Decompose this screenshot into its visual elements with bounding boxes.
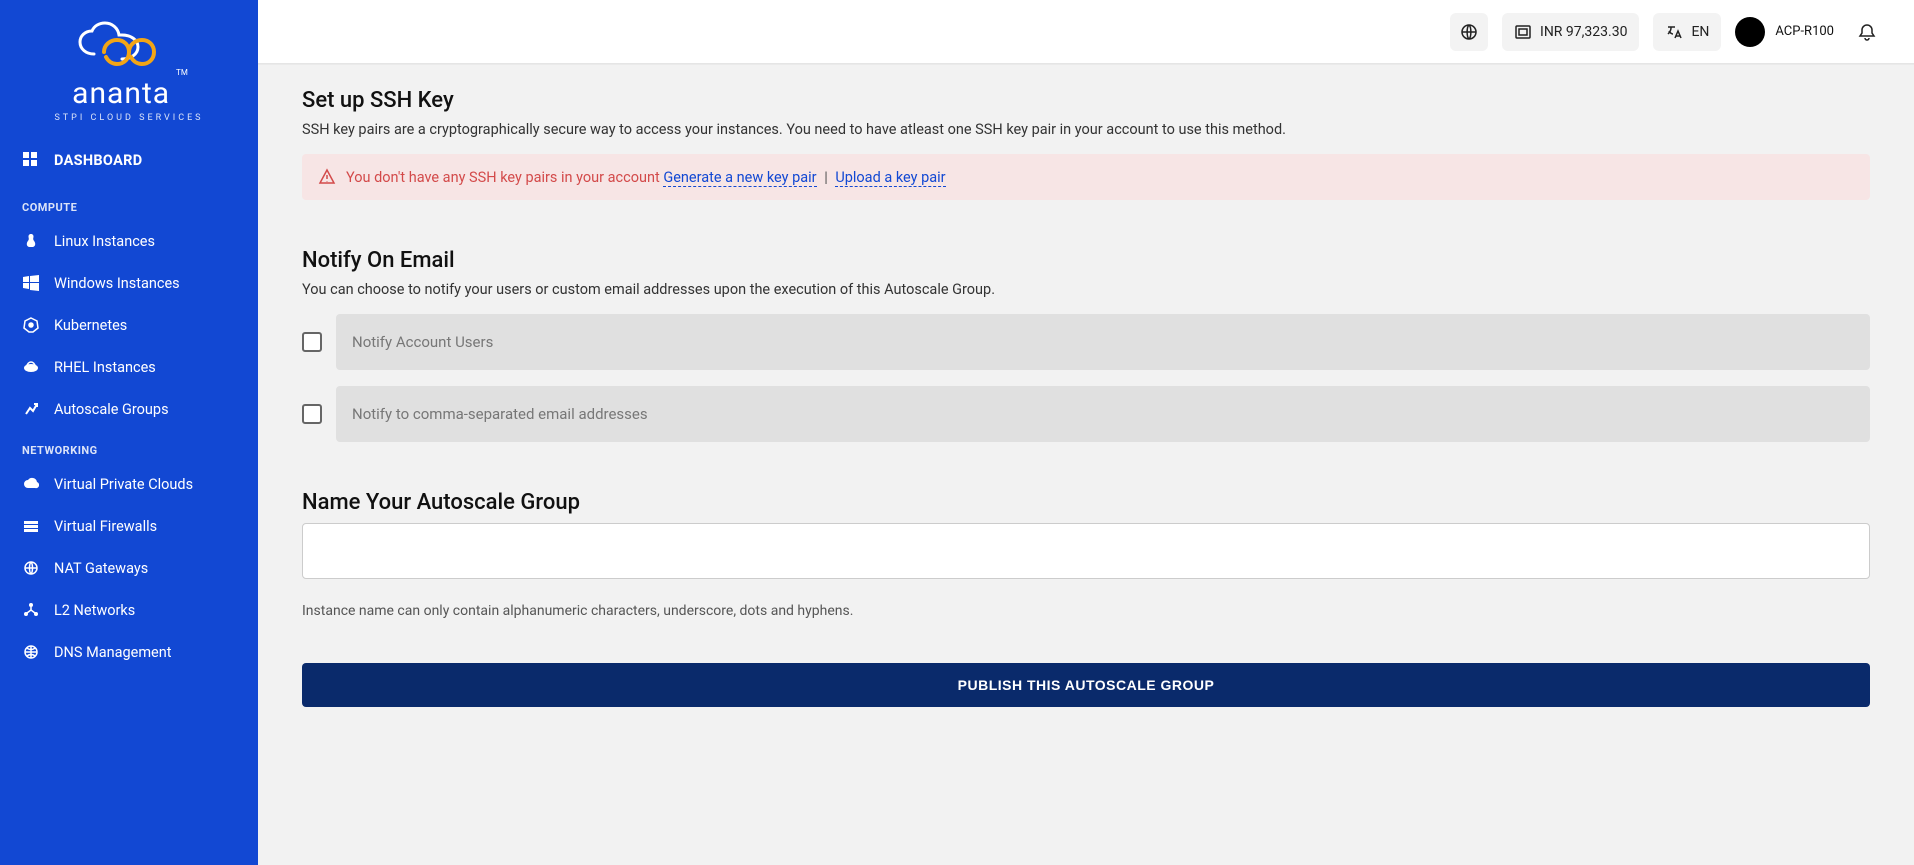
user-menu[interactable]: ACP-R100 (1735, 17, 1834, 47)
notify-account-placeholder: Notify Account Users (352, 333, 493, 351)
brand-logo[interactable]: ananta TM STPI CLOUD SERVICES (0, 0, 258, 133)
notifications-button[interactable] (1848, 13, 1886, 51)
generate-keypair-link[interactable]: Generate a new key pair (663, 169, 816, 187)
notify-section: Notify On Email You can choose to notify… (302, 248, 1870, 442)
notify-desc: You can choose to notify your users or c… (302, 281, 1870, 298)
ssh-desc: SSH key pairs are a cryptographically se… (302, 121, 1870, 138)
autoscale-name-input[interactable] (302, 523, 1870, 579)
notify-emails-checkbox[interactable] (302, 404, 322, 424)
ssh-title: Set up SSH Key (302, 88, 1870, 113)
language-text: EN (1691, 24, 1709, 40)
brand-subtitle: STPI CLOUD SERVICES (0, 113, 258, 123)
cloud-icon (22, 475, 40, 493)
notify-emails-field[interactable]: Notify to comma-separated email addresse… (336, 386, 1870, 442)
sidebar-item-label: Virtual Firewalls (54, 518, 157, 535)
balance-text: INR 97,323.30 (1540, 24, 1627, 40)
sidebar-item-label: DNS Management (54, 644, 172, 661)
balance-chip[interactable]: INR 97,323.30 (1502, 13, 1639, 51)
separator: | (824, 169, 828, 186)
sidebar-item-autoscale[interactable]: Autoscale Groups (0, 388, 258, 430)
name-hint: Instance name can only contain alphanume… (302, 603, 1870, 619)
notify-emails-placeholder: Notify to comma-separated email addresse… (352, 405, 648, 423)
warning-icon (318, 168, 336, 186)
logo-cloud-icon (74, 20, 184, 76)
sidebar-item-dns[interactable]: DNS Management (0, 631, 258, 673)
ssh-alert-text: You don't have any SSH key pairs in your… (346, 169, 660, 186)
autoscale-icon (22, 400, 40, 418)
sidebar-item-label: Linux Instances (54, 233, 155, 250)
sidebar-item-kubernetes[interactable]: Kubernetes (0, 304, 258, 346)
rhel-icon (22, 358, 40, 376)
ssh-section: Set up SSH Key SSH key pairs are a crypt… (302, 88, 1870, 200)
region-selector[interactable] (1450, 13, 1488, 51)
sidebar-item-label: Virtual Private Clouds (54, 476, 193, 493)
sidebar-item-vpc[interactable]: Virtual Private Clouds (0, 463, 258, 505)
sidebar-item-l2[interactable]: L2 Networks (0, 589, 258, 631)
sidebar-item-dashboard[interactable]: DASHBOARD (0, 133, 258, 187)
main-content: Set up SSH Key SSH key pairs are a crypt… (258, 64, 1914, 865)
sidebar-item-label: Windows Instances (54, 275, 180, 292)
kubernetes-icon (22, 316, 40, 334)
sidebar-item-label: RHEL Instances (54, 359, 156, 376)
dashboard-icon (22, 151, 40, 169)
sidebar-item-label: Autoscale Groups (54, 401, 169, 418)
notify-title: Notify On Email (302, 248, 1870, 273)
globe-icon (22, 643, 40, 661)
bell-icon (1857, 22, 1877, 42)
notify-account-field[interactable]: Notify Account Users (336, 314, 1870, 370)
sidebar-item-windows[interactable]: Windows Instances (0, 262, 258, 304)
sidebar-item-rhel[interactable]: RHEL Instances (0, 346, 258, 388)
translate-icon (1665, 23, 1683, 41)
upload-keypair-link[interactable]: Upload a key pair (835, 169, 945, 187)
notify-account-checkbox[interactable] (302, 332, 322, 352)
topbar: INR 97,323.30 EN ACP-R100 (258, 0, 1914, 64)
language-selector[interactable]: EN (1653, 13, 1721, 51)
notify-row-emails: Notify to comma-separated email addresse… (302, 386, 1870, 442)
firewall-icon (22, 517, 40, 535)
brand-tm: TM (176, 68, 188, 77)
publish-button[interactable]: PUBLISH THIS AUTOSCALE GROUP (302, 663, 1870, 707)
sidebar-item-label: DASHBOARD (54, 152, 142, 169)
ssh-alert: You don't have any SSH key pairs in your… (302, 154, 1870, 200)
wallet-icon (1514, 23, 1532, 41)
sidebar-item-label: L2 Networks (54, 602, 135, 619)
sidebar-item-linux[interactable]: Linux Instances (0, 220, 258, 262)
sidebar-section-networking: NETWORKING (0, 430, 258, 463)
sidebar-item-label: NAT Gateways (54, 560, 148, 577)
avatar (1735, 17, 1765, 47)
name-title: Name Your Autoscale Group (302, 490, 1870, 515)
name-section: Name Your Autoscale Group Instance name … (302, 490, 1870, 707)
sidebar-section-compute: COMPUTE (0, 187, 258, 220)
notify-row-account-users: Notify Account Users (302, 314, 1870, 370)
nat-icon (22, 559, 40, 577)
brand-name: ananta (72, 76, 170, 111)
windows-icon (22, 274, 40, 292)
globe-icon (1460, 23, 1478, 41)
sidebar-item-firewalls[interactable]: Virtual Firewalls (0, 505, 258, 547)
sidebar-item-nat[interactable]: NAT Gateways (0, 547, 258, 589)
sidebar-item-label: Kubernetes (54, 317, 127, 334)
network-icon (22, 601, 40, 619)
linux-icon (22, 232, 40, 250)
user-name-text: ACP-R100 (1775, 24, 1834, 40)
sidebar: ananta TM STPI CLOUD SERVICES DASHBOARD … (0, 0, 258, 865)
